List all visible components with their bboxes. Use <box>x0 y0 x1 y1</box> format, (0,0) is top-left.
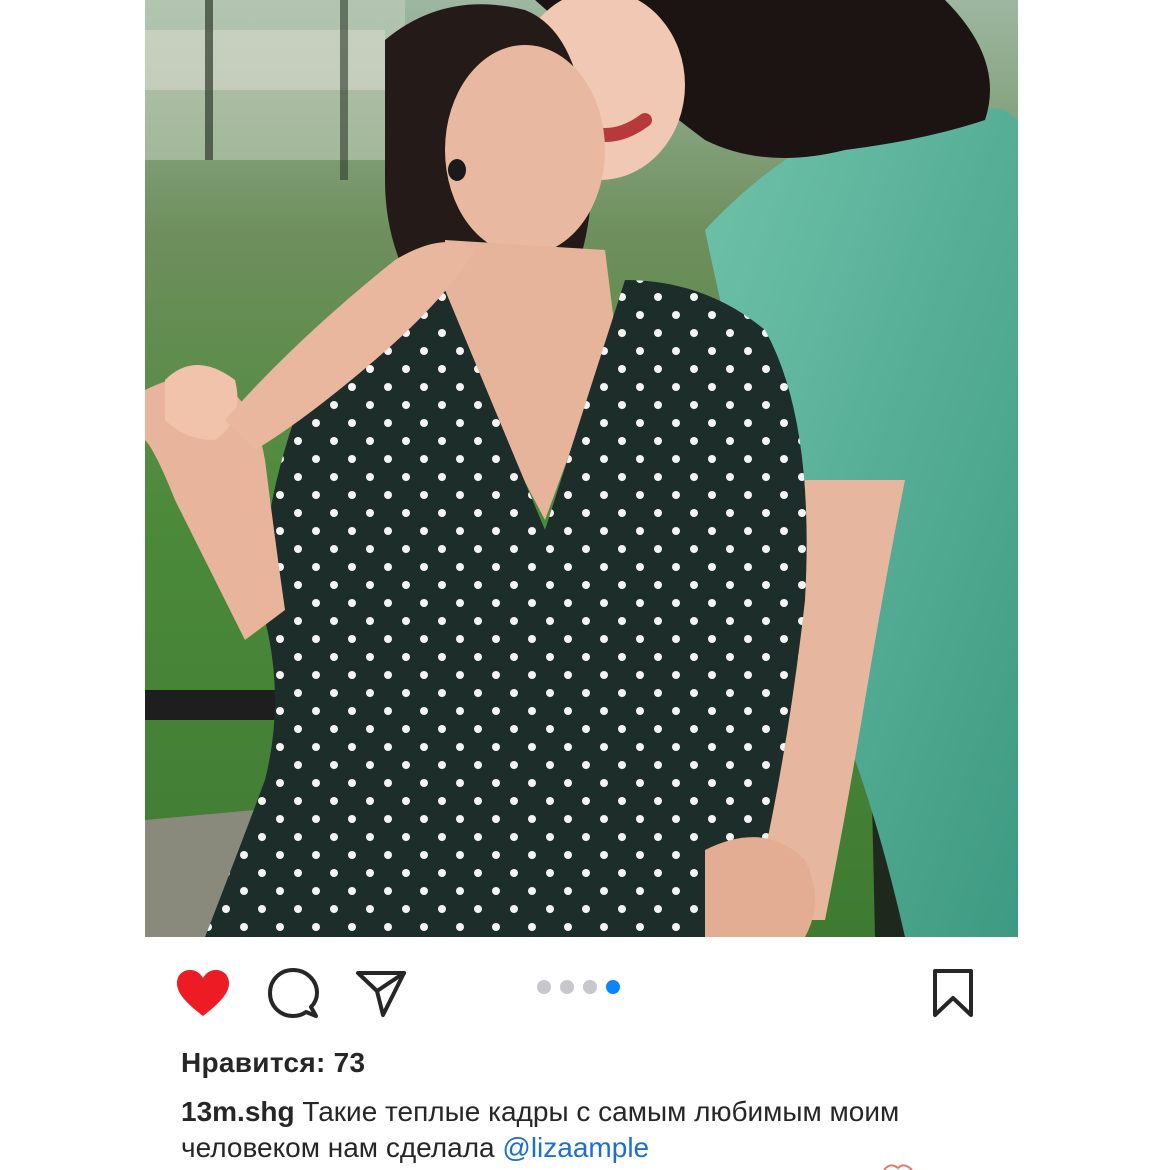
carousel-dot[interactable] <box>583 980 597 994</box>
instagram-post: Нравится: 73 13m.shg Такие теплые кадры … <box>0 0 1170 1170</box>
like-button[interactable] <box>173 963 233 1023</box>
likes-count[interactable]: Нравится: 73 <box>181 1047 365 1079</box>
decorative-mark-icon <box>883 1164 913 1170</box>
post-action-bar <box>145 955 1018 1031</box>
heart-filled-icon <box>177 970 229 1016</box>
carousel-dot[interactable] <box>560 980 574 994</box>
comment-bubble-icon <box>268 968 319 1018</box>
post-photo[interactable] <box>145 0 1018 937</box>
comment-button[interactable] <box>263 963 323 1023</box>
save-button[interactable] <box>923 963 983 1023</box>
photo-illustration <box>145 0 1018 937</box>
bookmark-icon <box>933 969 973 1017</box>
paper-plane-icon <box>356 971 406 1017</box>
caption-username[interactable]: 13m.shg <box>181 1096 295 1127</box>
carousel-indicator <box>537 980 620 994</box>
post-caption: 13m.shg Такие теплые кадры с самым любим… <box>181 1094 961 1166</box>
caption-mention-link[interactable]: @lizaample <box>502 1132 649 1163</box>
share-button[interactable] <box>351 963 411 1023</box>
carousel-dot-active[interactable] <box>606 980 620 994</box>
carousel-dot[interactable] <box>537 980 551 994</box>
